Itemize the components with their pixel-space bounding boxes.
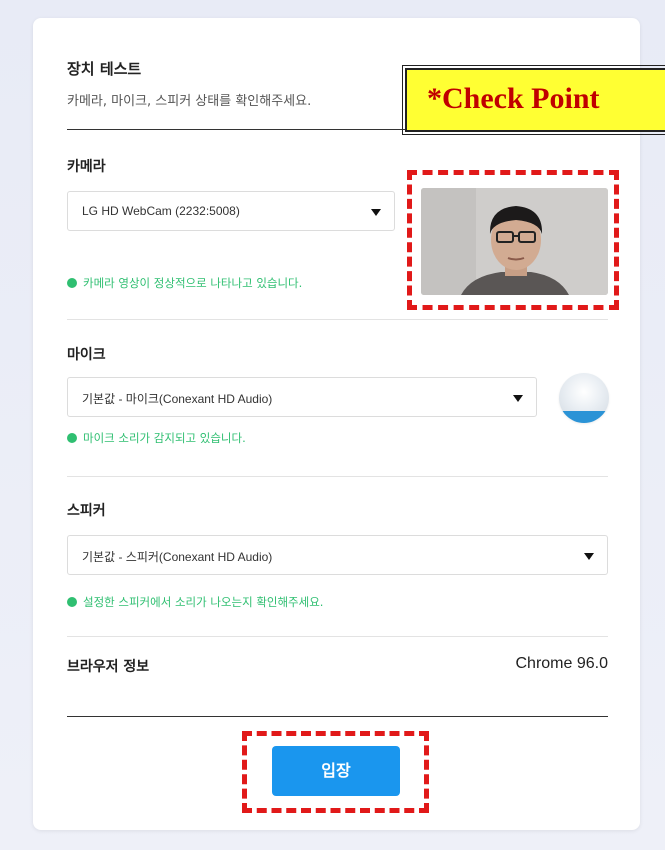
status-dot-icon <box>67 278 77 288</box>
browser-divider <box>67 716 608 717</box>
speaker-select-value: 기본값 - 스피커(Conexant HD Audio) <box>82 550 273 564</box>
device-test-card <box>33 18 640 830</box>
mic-level-fill <box>559 411 609 423</box>
page-subtitle: 카메라, 마이크, 스피커 상태를 확인해주세요. <box>67 94 312 109</box>
mic-select[interactable]: 기본값 - 마이크(Conexant HD Audio) <box>67 377 537 417</box>
chevron-down-icon <box>584 553 594 560</box>
mic-status-text: 마이크 소리가 감지되고 있습니다. <box>83 431 246 445</box>
check-point-callout: *Check Point <box>402 65 665 135</box>
status-dot-icon <box>67 433 77 443</box>
mic-status: 마이크 소리가 감지되고 있습니다. <box>67 430 246 446</box>
header-divider <box>67 129 412 130</box>
speaker-divider <box>67 636 608 637</box>
camera-select[interactable]: LG HD WebCam (2232:5008) <box>67 191 395 231</box>
speaker-select[interactable]: 기본값 - 스피커(Conexant HD Audio) <box>67 535 608 575</box>
browser-info-label: 브라우저 정보 <box>67 659 150 675</box>
chevron-down-icon <box>513 395 523 402</box>
check-point-label: *Check Point <box>427 82 600 115</box>
browser-info-value: Chrome 96.0 <box>515 655 609 672</box>
camera-status: 카메라 영상이 정상적으로 나타나고 있습니다. <box>67 275 302 291</box>
mic-label: 마이크 <box>67 347 106 363</box>
page-title: 장치 테스트 <box>67 60 142 78</box>
mic-level-icon <box>559 373 609 423</box>
camera-select-value: LG HD WebCam (2232:5008) <box>82 204 240 218</box>
enter-highlight-box <box>242 731 429 813</box>
camera-label: 카메라 <box>67 159 106 175</box>
mic-divider <box>67 476 608 477</box>
camera-highlight-box <box>407 170 619 310</box>
camera-divider <box>67 319 608 320</box>
speaker-status-text: 설정한 스피커에서 소리가 나오는지 확인해주세요. <box>83 595 324 609</box>
status-dot-icon <box>67 597 77 607</box>
speaker-status: 설정한 스피커에서 소리가 나오는지 확인해주세요. <box>67 594 323 610</box>
camera-status-text: 카메라 영상이 정상적으로 나타나고 있습니다. <box>83 276 303 290</box>
speaker-label: 스피커 <box>67 503 106 519</box>
chevron-down-icon <box>371 209 381 216</box>
mic-select-value: 기본값 - 마이크(Conexant HD Audio) <box>82 392 273 406</box>
